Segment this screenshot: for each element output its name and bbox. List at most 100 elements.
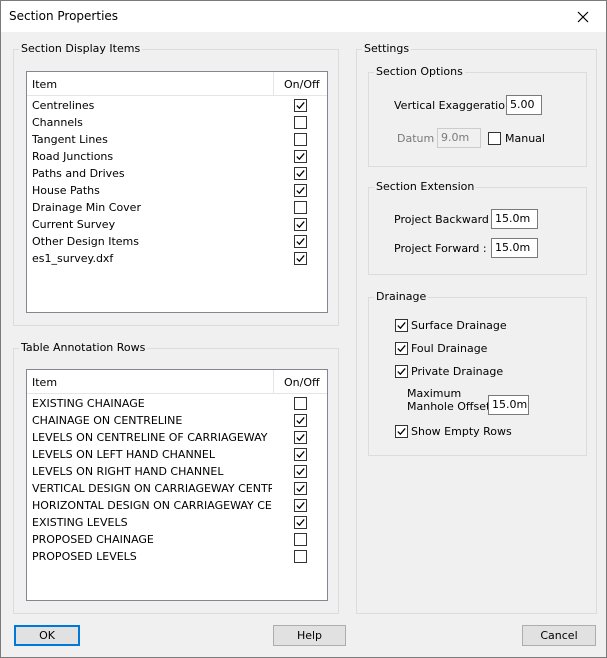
list-item[interactable]: Road Junctions [27, 148, 323, 165]
checkmark-icon [296, 169, 305, 178]
max-offset-label-line1: Maximum [407, 387, 462, 400]
list-item[interactable]: LEVELS ON RIGHT HAND CHANNEL [27, 463, 323, 480]
display-items-header-onoff: On/Off [284, 78, 320, 91]
list-item-checkbox[interactable] [294, 184, 307, 197]
list-item-checkbox[interactable] [294, 252, 307, 265]
list-item-checkbox[interactable] [294, 482, 307, 495]
list-item-label: Drainage Min Cover [32, 201, 141, 214]
display-items-list[interactable]: Item On/Off Centrelines Channels Tangent L… [26, 71, 328, 313]
list-item[interactable]: Current Survey [27, 216, 323, 233]
datum-label: Datum : [397, 132, 442, 145]
annotation-rows-list[interactable]: Item On/Off EXISTING CHAINAGE CHAINAGE ON… [26, 369, 328, 601]
list-item-checkbox[interactable] [294, 533, 307, 546]
annotation-rows-header: Item On/Off [27, 370, 327, 394]
list-item[interactable]: Other Design Items [27, 233, 323, 250]
vertical-exaggeration-input[interactable]: 5.00 [506, 95, 542, 115]
close-button[interactable] [560, 1, 606, 32]
list-item-label: PROPOSED LEVELS [32, 550, 137, 563]
checkmark-icon [296, 186, 305, 195]
list-item[interactable]: Paths and Drives [27, 165, 323, 182]
header-divider [273, 370, 274, 394]
surface-drainage-label[interactable]: Surface Drainage [411, 319, 507, 332]
list-item-label: Channels [32, 116, 83, 129]
project-forward-label: Project Forward : [394, 242, 487, 255]
ok-button[interactable]: OK [14, 625, 80, 646]
settings-group: Settings Section Options Vertical Exagge… [356, 42, 597, 614]
section-options-legend: Section Options [374, 65, 465, 78]
project-backward-label: Project Backward : [394, 213, 497, 226]
list-item[interactable]: EXISTING CHAINAGE [27, 395, 323, 412]
list-item-checkbox[interactable] [294, 414, 307, 427]
list-item-label: CHAINAGE ON CENTRELINE [32, 414, 183, 427]
list-item[interactable]: LEVELS ON LEFT HAND CHANNEL [27, 446, 323, 463]
list-item-label: Current Survey [32, 218, 116, 231]
section-properties-dialog: Section Properties Section Display Items… [0, 0, 607, 658]
table-annotation-rows-group: Table Annotation Rows Item On/Off EXISTI… [13, 341, 339, 614]
list-item-checkbox[interactable] [294, 550, 307, 563]
list-item-checkbox[interactable] [294, 99, 307, 112]
checkmark-icon [296, 518, 305, 527]
list-item-label: LEVELS ON CENTRELINE OF CARRIAGEWAY [32, 431, 268, 444]
list-item-label: Other Design Items [32, 235, 139, 248]
project-forward-input[interactable]: 15.0m [491, 238, 538, 258]
list-item-checkbox[interactable] [294, 201, 307, 214]
list-item[interactable]: Tangent Lines [27, 131, 323, 148]
list-item-checkbox[interactable] [294, 235, 307, 248]
checkmark-icon [296, 416, 305, 425]
manual-checkbox[interactable] [488, 132, 501, 145]
list-item[interactable]: House Paths [27, 182, 323, 199]
list-item[interactable]: EXISTING LEVELS [27, 514, 323, 531]
private-drainage-label[interactable]: Private Drainage [411, 365, 503, 378]
checkmark-icon [296, 433, 305, 442]
list-item-label: EXISTING LEVELS [32, 516, 128, 529]
checkmark-icon [397, 367, 406, 376]
manual-label[interactable]: Manual [505, 132, 545, 145]
checkmark-icon [397, 344, 406, 353]
private-drainage-checkbox[interactable] [395, 365, 408, 378]
checkmark-icon [296, 501, 305, 510]
header-divider [273, 72, 274, 96]
list-item-checkbox[interactable] [294, 516, 307, 529]
show-empty-rows-checkbox[interactable] [395, 425, 408, 438]
list-item-label: Paths and Drives [32, 167, 125, 180]
list-item-label: Centrelines [32, 99, 95, 112]
cancel-button[interactable]: Cancel [522, 625, 596, 646]
foul-drainage-checkbox[interactable] [395, 342, 408, 355]
datum-input[interactable]: 9.0m [437, 128, 481, 148]
list-item-checkbox[interactable] [294, 116, 307, 129]
list-item-label: House Paths [32, 184, 100, 197]
list-item-label: PROPOSED CHAINAGE [32, 533, 154, 546]
list-item[interactable]: CHAINAGE ON CENTRELINE [27, 412, 323, 429]
show-empty-rows-label[interactable]: Show Empty Rows [411, 425, 512, 438]
foul-drainage-label[interactable]: Foul Drainage [411, 342, 487, 355]
list-item-checkbox[interactable] [294, 133, 307, 146]
max-manhole-offset-input[interactable]: 15.0m [488, 395, 529, 415]
list-item[interactable]: VERTICAL DESIGN ON CARRIAGEWAY CENTRI [27, 480, 323, 497]
vertical-exaggeration-label: Vertical Exaggeration : [394, 99, 520, 112]
list-item-checkbox[interactable] [294, 167, 307, 180]
list-item[interactable]: es1_survey.dxf [27, 250, 323, 267]
list-item-checkbox[interactable] [294, 448, 307, 461]
list-item-checkbox[interactable] [294, 499, 307, 512]
help-button[interactable]: Help [273, 625, 346, 646]
list-item[interactable]: PROPOSED CHAINAGE [27, 531, 323, 548]
list-item-checkbox[interactable] [294, 465, 307, 478]
list-item[interactable]: Drainage Min Cover [27, 199, 323, 216]
list-item-checkbox[interactable] [294, 431, 307, 444]
list-item[interactable]: LEVELS ON CENTRELINE OF CARRIAGEWAY [27, 429, 323, 446]
annotation-rows-header-item: Item [32, 376, 58, 389]
max-offset-label-line2: Manhole Offset : [407, 400, 498, 413]
list-item-checkbox[interactable] [294, 150, 307, 163]
list-item[interactable]: PROPOSED LEVELS [27, 548, 323, 565]
checkmark-icon [397, 321, 406, 330]
list-item-checkbox[interactable] [294, 218, 307, 231]
project-backward-input[interactable]: 15.0m [491, 209, 538, 229]
list-item[interactable]: Channels [27, 114, 323, 131]
list-item[interactable]: Centrelines [27, 97, 323, 114]
surface-drainage-checkbox[interactable] [395, 319, 408, 332]
list-item[interactable]: HORIZONTAL DESIGN ON CARRIAGEWAY CEN [27, 497, 323, 514]
settings-legend: Settings [362, 42, 412, 55]
list-item-checkbox[interactable] [294, 397, 307, 410]
annotation-rows-header-onoff: On/Off [284, 376, 320, 389]
close-icon [577, 11, 589, 22]
